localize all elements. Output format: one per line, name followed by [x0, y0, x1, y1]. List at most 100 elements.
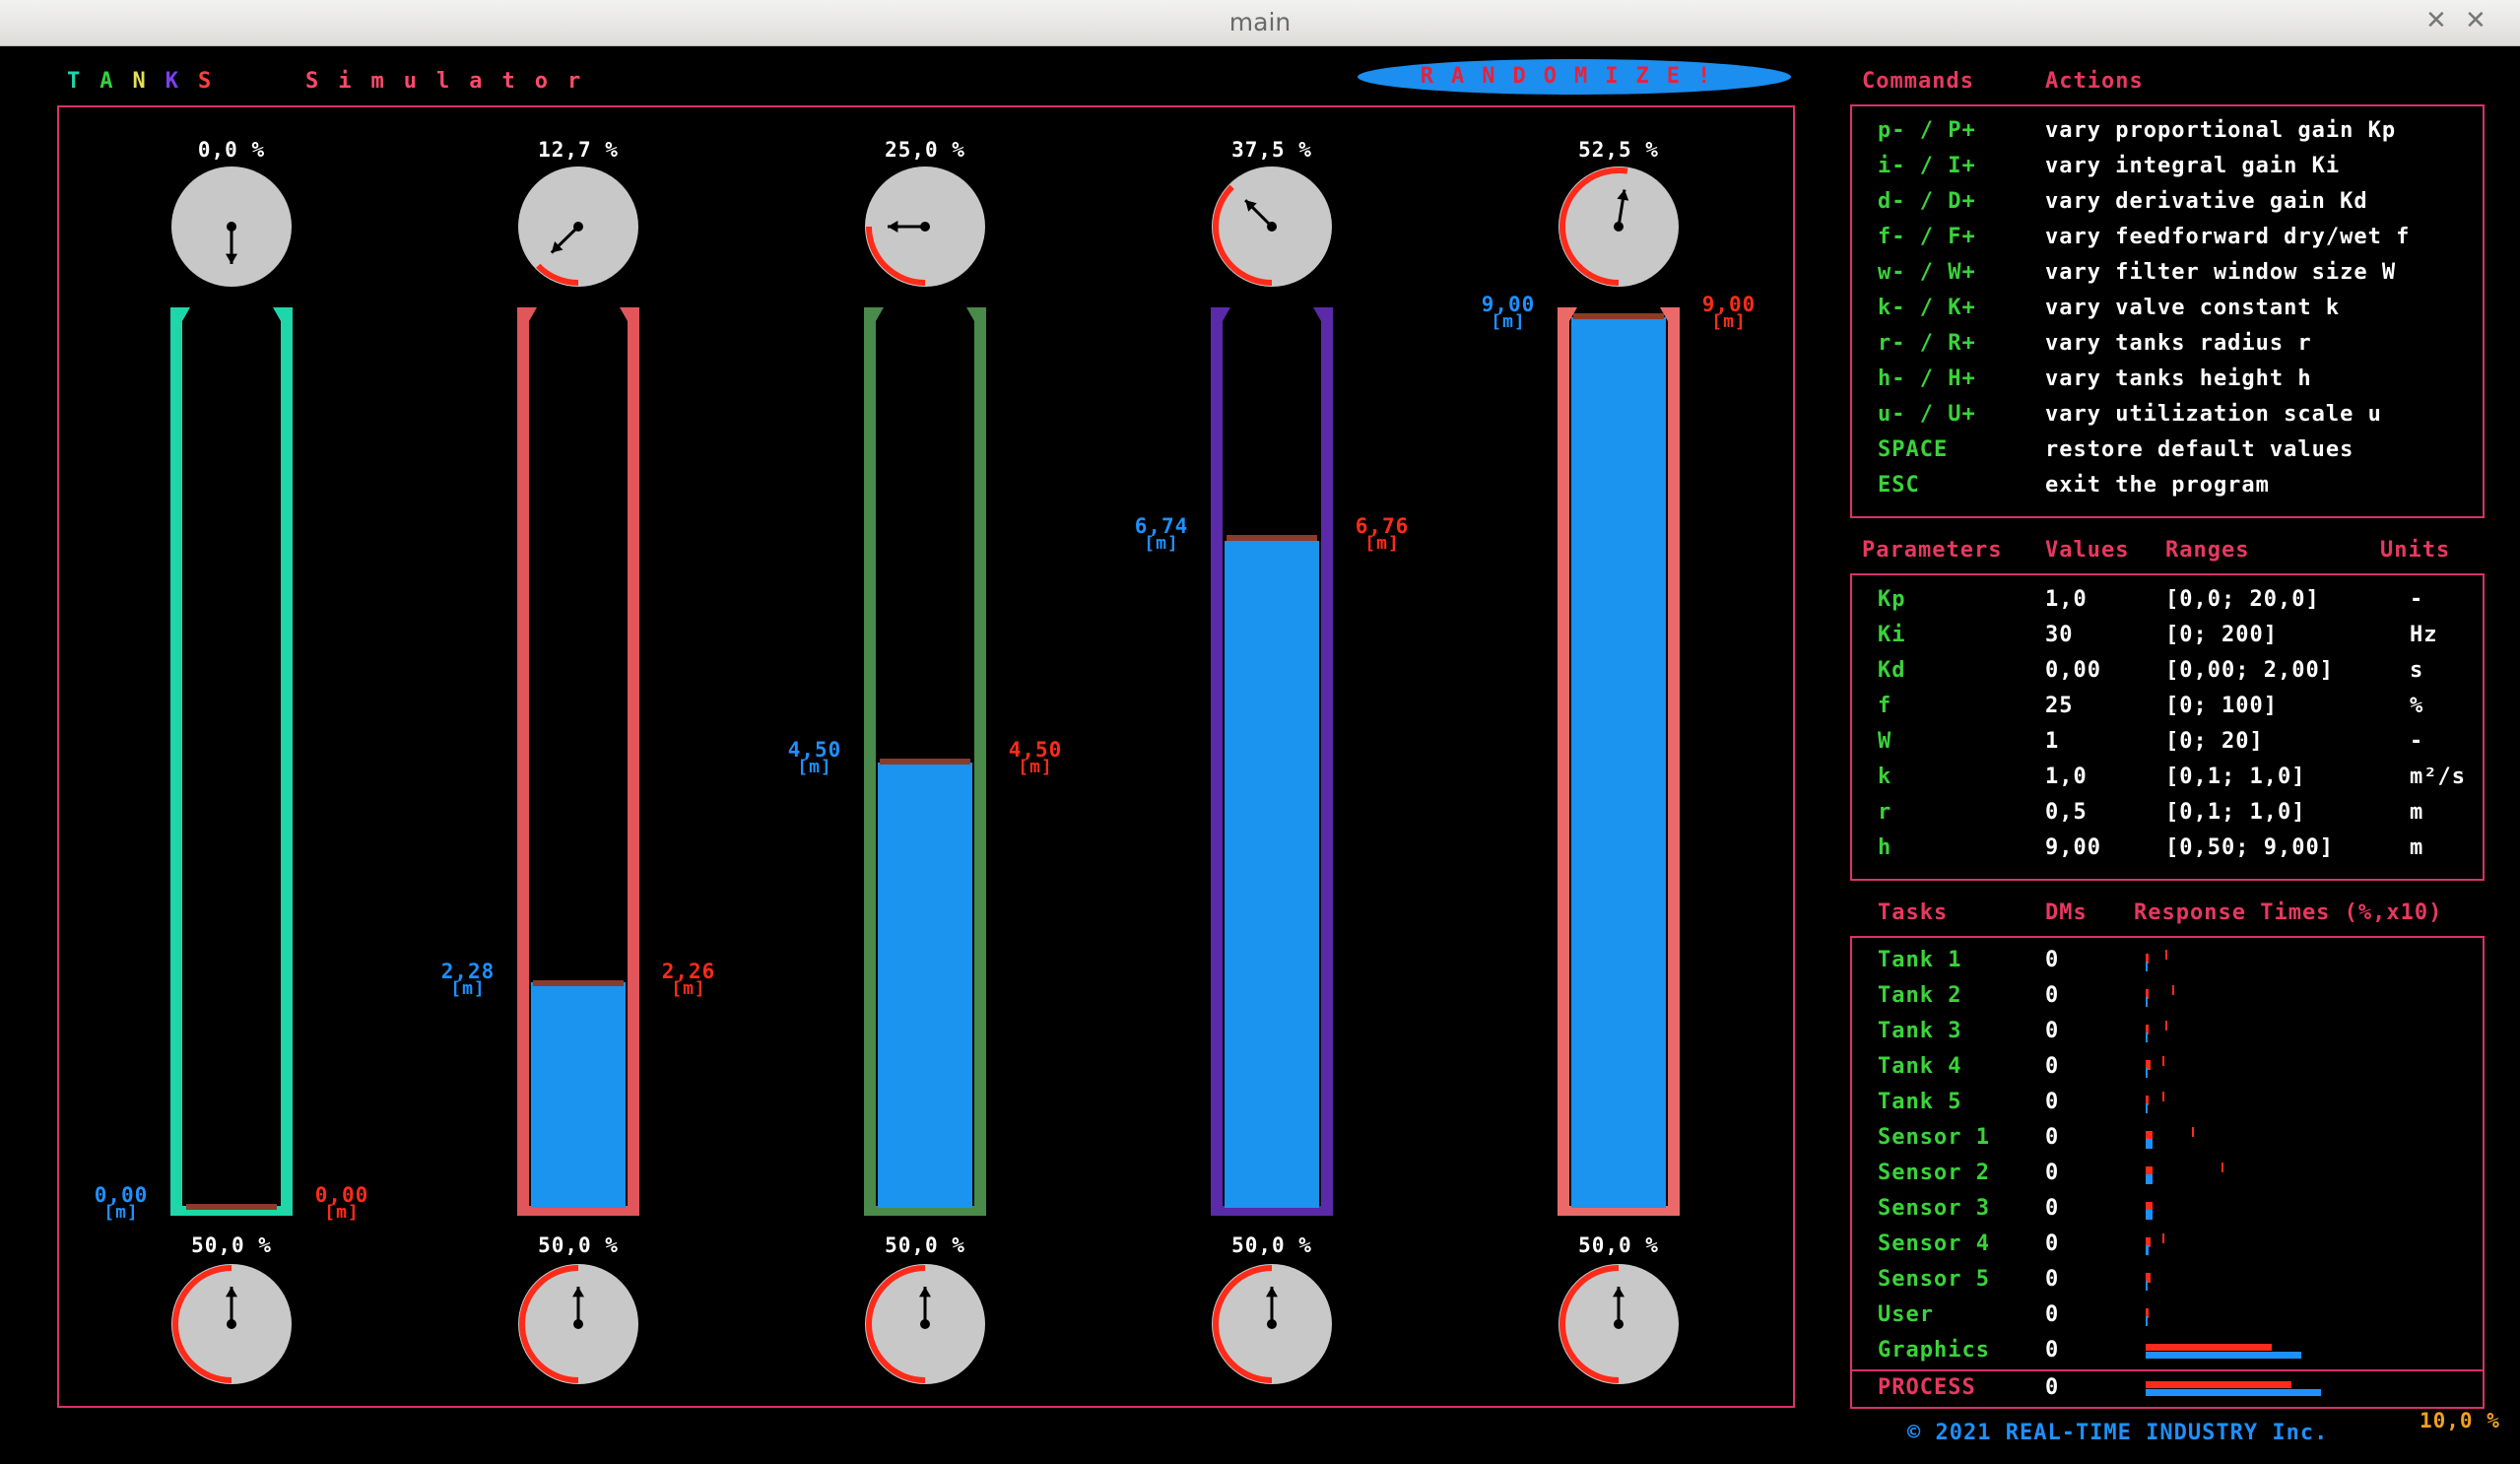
response-bar-avg: [2146, 997, 2148, 1007]
response-bar-avg: [2146, 1032, 2148, 1042]
task-name: Tank 3: [1878, 1019, 1962, 1043]
command-action: vary tanks height h: [2045, 366, 2312, 391]
tank-lip-right: [1313, 307, 1321, 321]
tank-wall-right: [974, 307, 986, 1216]
gauge-hub: [920, 222, 930, 232]
tank-water: [878, 763, 972, 1208]
tank-lip-left: [876, 307, 884, 321]
task-name: Sensor 4: [1878, 1231, 1990, 1256]
tank-wall-right: [628, 307, 639, 1216]
response-peak-mark: [2192, 1127, 2195, 1137]
response-times-header: Response Times (%,x10): [2134, 900, 2443, 925]
command-key: f- / F+: [1878, 225, 1976, 249]
task-name: Tank 5: [1878, 1090, 1962, 1114]
level-marker: [1573, 313, 1664, 319]
inflow-valve-gauge: [865, 166, 985, 287]
task-name: Graphics: [1878, 1338, 1990, 1363]
task-dms: 0: [2045, 1196, 2060, 1221]
gauge-hub: [1614, 1319, 1624, 1329]
tank-wall-left: [517, 307, 529, 1216]
dms-header: DMs: [2045, 900, 2088, 925]
command-action: restore default values: [2045, 437, 2354, 462]
tank-water: [1571, 317, 1666, 1208]
tasks-divider: [1850, 1369, 2485, 1371]
copyright-footer: © 2021 REAL-TIME INDUSTRY Inc.: [1907, 1421, 2329, 1445]
reference-level-label: 0,00 [m]: [302, 1185, 381, 1222]
inflow-valve-gauge: [1212, 166, 1332, 287]
task-dms: 0: [2045, 1161, 2060, 1185]
tasks-header: Tasks: [1878, 900, 1949, 925]
response-peak-mark: [2222, 1163, 2224, 1172]
tank-wall-right: [281, 307, 293, 1216]
valve-in-percent: 52,5 %: [1578, 138, 1659, 162]
gauge-hub: [573, 222, 583, 232]
task-dms: 0: [2045, 1302, 2060, 1327]
task-dms: 0: [2045, 948, 2060, 972]
gauge-hub: [1267, 1319, 1277, 1329]
command-key: i- / I+: [1878, 154, 1976, 178]
task-name: Tank 2: [1878, 983, 1962, 1008]
measured-level-label: 6,74 [m]: [1122, 516, 1201, 553]
response-peak-mark: [2171, 985, 2174, 995]
param-name: r: [1878, 800, 1892, 825]
param-range: [0; 200]: [2165, 623, 2278, 647]
param-value: 30: [2045, 623, 2074, 647]
outflow-valve-gauge: [518, 1264, 638, 1384]
task-name: User: [1878, 1302, 1934, 1327]
param-range: [0,0; 20,0]: [2165, 587, 2320, 612]
param-unit: m: [2410, 800, 2424, 825]
command-key: u- / U+: [1878, 402, 1976, 427]
actions-header: Actions: [2045, 69, 2144, 94]
task-dms: 0: [2045, 1090, 2060, 1114]
command-action: vary valve constant k: [2045, 296, 2341, 320]
reference-level-label: 4,50 [m]: [996, 740, 1075, 776]
inflow-valve-gauge: [171, 166, 292, 287]
command-key: w- / W+: [1878, 260, 1976, 285]
param-name: k: [1878, 765, 1892, 789]
param-range: [0,1; 1,0]: [2165, 765, 2306, 789]
inflow-valve-gauge: [518, 166, 638, 287]
reference-level-label: 9,00 [m]: [1690, 295, 1768, 331]
outflow-valve-gauge: [865, 1264, 985, 1384]
response-bar-max: [2146, 1344, 2272, 1351]
command-action: vary feedforward dry/wet f: [2045, 225, 2411, 249]
command-key: r- / R+: [1878, 331, 1976, 356]
gauge-hub: [920, 1319, 930, 1329]
response-bar-avg: [2146, 1281, 2148, 1291]
response-peak-mark: [2165, 1021, 2168, 1031]
task-dms: 0: [2045, 1125, 2060, 1150]
gauge-hub: [1267, 222, 1277, 232]
parameters-header: Parameters: [1862, 538, 2003, 563]
command-action: vary filter window size W: [2045, 260, 2397, 285]
task-name: Sensor 2: [1878, 1161, 1990, 1185]
tank-wall-left: [170, 307, 182, 1216]
response-bar-max: [2146, 1381, 2291, 1388]
response-bar-avg: [2146, 1389, 2322, 1396]
param-value: 25: [2045, 694, 2074, 718]
response-peak-mark: [2161, 1056, 2164, 1066]
valve-in-percent: 37,5 %: [1231, 138, 1312, 162]
task-dms: 0: [2045, 1231, 2060, 1256]
measured-level-label: 2,28 [m]: [429, 962, 507, 998]
ranges-header: Ranges: [2165, 538, 2250, 563]
command-key: ESC: [1878, 473, 1920, 498]
command-key: h- / H+: [1878, 366, 1976, 391]
task-dms: 0: [2045, 1054, 2060, 1079]
level-marker: [880, 759, 970, 765]
param-unit: m²/s: [2410, 765, 2466, 789]
valve-out-percent: 50,0 %: [1578, 1233, 1659, 1257]
param-range: [0,1; 1,0]: [2165, 800, 2306, 825]
param-name: W: [1878, 729, 1892, 754]
tank-lip-right: [966, 307, 974, 321]
tank-wall-right: [1321, 307, 1333, 1216]
command-action: exit the program: [2045, 473, 2270, 498]
command-key: p- / P+: [1878, 118, 1976, 143]
param-name: Ki: [1878, 623, 1906, 647]
response-peak-mark: [2161, 1233, 2164, 1243]
measured-level-label: 4,50 [m]: [775, 740, 854, 776]
tank-lip-right: [273, 307, 281, 321]
tank-lip-right: [620, 307, 628, 321]
param-value: 0,5: [2045, 800, 2088, 825]
command-key: k- / K+: [1878, 296, 1976, 320]
measured-level-label: 0,00 [m]: [82, 1185, 161, 1222]
